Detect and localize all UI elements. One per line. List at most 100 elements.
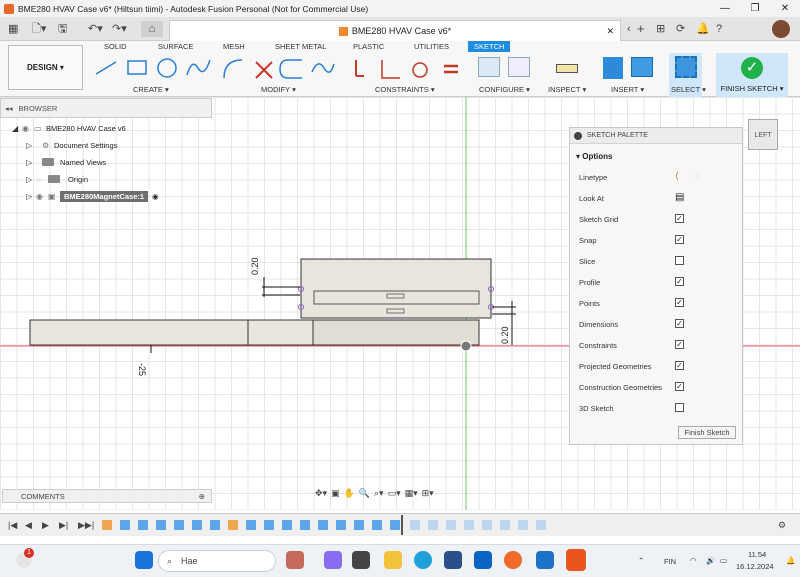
group-inspect[interactable]: INSPECT ▾ bbox=[548, 85, 586, 94]
browser-item-document-settings[interactable]: ▷ ⚙ Document Settings bbox=[26, 138, 117, 152]
timeline-feature[interactable] bbox=[518, 520, 528, 530]
configure-table-icon[interactable] bbox=[478, 57, 500, 77]
app-grid-icon[interactable]: ▦ bbox=[8, 21, 18, 37]
finish-sketch-button[interactable]: ✓ FINISH SKETCH ▾ bbox=[716, 53, 788, 97]
clock-date[interactable]: 16.12.2024 bbox=[736, 562, 774, 571]
copilot-icon[interactable] bbox=[324, 551, 342, 569]
new-tab-icon[interactable]: + bbox=[637, 21, 645, 37]
options-collapse-icon[interactable]: ▾ bbox=[576, 152, 580, 161]
browser-panel-header[interactable]: ◂◂ BROWSER bbox=[0, 98, 212, 118]
snap-checkbox[interactable]: ✓ bbox=[675, 235, 684, 244]
timeline-start-icon[interactable]: |◀ bbox=[8, 520, 17, 531]
tab-sheet-metal[interactable]: SHEET METAL bbox=[275, 41, 326, 52]
close-icon[interactable]: ✕ bbox=[770, 0, 800, 17]
insert-image-icon[interactable] bbox=[631, 57, 653, 77]
points-checkbox[interactable]: ✓ bbox=[675, 298, 684, 307]
constraints-checkbox[interactable]: ✓ bbox=[675, 340, 684, 349]
timeline-feature[interactable] bbox=[102, 520, 112, 530]
palette-collapse-icon[interactable] bbox=[574, 131, 582, 140]
browser-root[interactable]: ◢ ◉ ▭ BME280 HVAV Case v6 bbox=[12, 121, 126, 135]
pan-icon[interactable]: ✋ bbox=[344, 488, 355, 502]
minimize-icon[interactable]: — bbox=[710, 0, 740, 17]
profile-checkbox[interactable]: ✓ bbox=[675, 277, 684, 286]
jobs-icon[interactable]: ⟳ bbox=[676, 21, 685, 37]
timeline-feature[interactable] bbox=[264, 520, 274, 530]
notification-bell-icon[interactable]: 🔔 bbox=[786, 556, 795, 565]
wifi-icon[interactable]: ◠ bbox=[690, 556, 697, 565]
comments-panel[interactable]: COMMENTS ⊕ bbox=[2, 489, 212, 503]
timeline-feature[interactable] bbox=[446, 520, 456, 530]
language-indicator[interactable]: FIN bbox=[664, 557, 676, 566]
tab-mesh[interactable]: MESH bbox=[223, 41, 245, 52]
timeline-feature[interactable] bbox=[410, 520, 420, 530]
tab-sketch[interactable]: SKETCH bbox=[468, 41, 511, 52]
document-tab[interactable]: BME280 HVAV Case v6* ✕ bbox=[169, 20, 621, 41]
group-select[interactable]: SELECT ▾ bbox=[671, 85, 706, 94]
visibility-icon[interactable]: ◉ bbox=[36, 192, 48, 201]
slice-checkbox[interactable] bbox=[675, 256, 684, 265]
file-explorer-icon[interactable] bbox=[384, 551, 402, 569]
timeline-feature[interactable] bbox=[464, 520, 474, 530]
timeline-feature[interactable] bbox=[246, 520, 256, 530]
timeline-feature[interactable] bbox=[174, 520, 184, 530]
expand-arrow-icon[interactable]: ▷ bbox=[26, 158, 36, 167]
expand-arrow-icon[interactable]: ◢ bbox=[12, 124, 22, 133]
timeline-marker[interactable] bbox=[401, 515, 403, 535]
palette-finish-sketch-button[interactable]: Finish Sketch bbox=[678, 426, 736, 439]
group-modify[interactable]: MODIFY ▾ bbox=[261, 85, 296, 94]
timeline-play-icon[interactable]: ▶ bbox=[42, 520, 49, 531]
taskbar-search[interactable]: ⌕ Hae bbox=[158, 550, 276, 572]
timeline-feature[interactable] bbox=[210, 520, 220, 530]
browser-item-component[interactable]: ▷ ◉ ▣ BME280MagnetCase:1 ◉ bbox=[26, 189, 159, 203]
camera-icon[interactable]: ▣ bbox=[331, 488, 340, 502]
extensions-icon[interactable]: ⊞ bbox=[656, 21, 665, 37]
tab-back-icon[interactable]: ‹ bbox=[627, 21, 631, 37]
notifications-icon[interactable]: 🔔 bbox=[696, 21, 710, 37]
linetype-construction-icon[interactable]: ⟨ bbox=[675, 171, 679, 182]
save-icon[interactable]: 🖫 bbox=[58, 21, 67, 37]
undo-icon[interactable]: ↶▾ bbox=[88, 21, 103, 37]
dimensions-checkbox[interactable]: ✓ bbox=[675, 319, 684, 328]
timeline-feature[interactable] bbox=[336, 520, 346, 530]
task-view-icon[interactable] bbox=[352, 551, 370, 569]
add-comment-icon[interactable]: ⊕ bbox=[199, 490, 205, 503]
create-tools[interactable] bbox=[94, 56, 214, 80]
tray-chevron-icon[interactable]: ⌃ bbox=[638, 556, 644, 565]
timeline-feature[interactable] bbox=[428, 520, 438, 530]
timeline-feature[interactable] bbox=[228, 520, 238, 530]
expand-arrow-icon[interactable]: ▷ bbox=[26, 175, 36, 184]
zoom-window-icon[interactable]: ⌕▾ bbox=[374, 488, 384, 502]
workspace-switcher[interactable]: DESIGN ▾ bbox=[8, 45, 83, 90]
timeline-feature[interactable] bbox=[120, 520, 130, 530]
dimension-top[interactable]: 0.20 bbox=[250, 257, 260, 275]
timeline-feature[interactable] bbox=[372, 520, 382, 530]
timeline-feature[interactable] bbox=[138, 520, 148, 530]
timeline-feature[interactable] bbox=[318, 520, 328, 530]
visibility-off-icon[interactable]: ◌ bbox=[36, 175, 48, 184]
edge-icon[interactable] bbox=[414, 551, 432, 569]
group-insert[interactable]: INSERT ▾ bbox=[611, 85, 644, 94]
timeline-prev-icon[interactable]: ◀ bbox=[25, 520, 32, 531]
outlook-icon[interactable] bbox=[474, 551, 492, 569]
orbit-icon[interactable]: ✥▾ bbox=[315, 488, 327, 502]
help-icon[interactable]: ? bbox=[716, 21, 722, 37]
app-c-icon[interactable] bbox=[536, 551, 554, 569]
battery-icon[interactable]: ▭ bbox=[720, 556, 727, 565]
dimension-right[interactable]: 0.20 bbox=[500, 326, 510, 344]
timeline-feature[interactable] bbox=[300, 520, 310, 530]
viewcube[interactable]: LEFT bbox=[748, 119, 778, 150]
windows-start-icon[interactable] bbox=[135, 551, 153, 569]
measure-icon[interactable] bbox=[556, 64, 578, 73]
timeline-feature[interactable] bbox=[192, 520, 202, 530]
browser-item-origin[interactable]: ▷ ◌ Origin bbox=[26, 172, 88, 186]
zoom-icon[interactable]: 🔍 bbox=[359, 488, 370, 502]
linetype-centerline-icon[interactable]: ◌ bbox=[695, 171, 701, 182]
tab-solid[interactable]: SOLID bbox=[104, 41, 127, 52]
volume-icon[interactable]: 🔊 bbox=[706, 556, 715, 565]
fusion-taskbar-icon[interactable] bbox=[566, 549, 586, 571]
redo-icon[interactable]: ↷▾ bbox=[112, 21, 127, 37]
viewports-icon[interactable]: ⊞▾ bbox=[422, 488, 434, 502]
display-settings-icon[interactable]: ▭▾ bbox=[388, 488, 401, 502]
sketch-grid-checkbox[interactable]: ✓ bbox=[675, 214, 684, 223]
timeline-feature[interactable] bbox=[390, 520, 400, 530]
